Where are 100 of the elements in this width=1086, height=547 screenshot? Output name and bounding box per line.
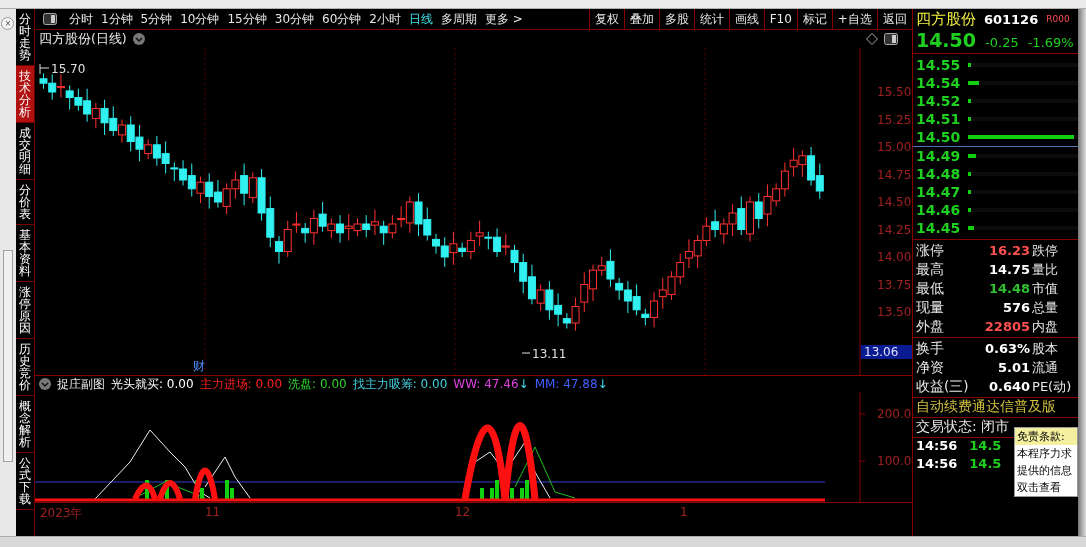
price-axis-label: 14.75 — [876, 167, 912, 182]
price-change: -0.25 — [985, 35, 1019, 50]
stat-label: 净资 — [914, 358, 944, 377]
order-price: 14.47 — [914, 184, 962, 200]
last-price-tag: 13.06 — [860, 345, 912, 359]
date-axis-label: 2023年 — [39, 505, 83, 522]
stat-label: 市值 — [1031, 279, 1060, 298]
diamond-icon[interactable] — [865, 33, 878, 45]
price-axis-label: 14.50 — [876, 195, 912, 209]
current-price: 14.50 — [915, 29, 977, 51]
stock-name: 四方股份 — [915, 9, 976, 29]
period-tab[interactable]: 分时 — [64, 9, 97, 29]
leader-line — [39, 63, 50, 75]
candlestick — [501, 233, 510, 256]
candlestick — [728, 203, 737, 237]
candlestick — [798, 149, 807, 178]
candlestick — [789, 147, 798, 178]
tooltip-title: 免责条款: — [1014, 428, 1077, 445]
period-tab[interactable]: 10分钟 — [176, 9, 224, 29]
close-button[interactable]: × — [1, 17, 15, 30]
stat-value: 0.63% — [983, 341, 1031, 356]
candlestick — [379, 220, 388, 246]
order-price: 14.55 — [914, 57, 962, 73]
period-tab[interactable]: 15分钟 — [223, 9, 271, 29]
stat-label: 总量 — [1031, 298, 1060, 317]
candlestick — [91, 102, 100, 129]
candlestick — [754, 192, 763, 229]
candlestick — [693, 234, 702, 269]
candlestick — [702, 216, 711, 247]
candlestick — [676, 253, 685, 285]
price-axis-label: 14.00 — [876, 250, 912, 264]
candlestick — [684, 238, 693, 269]
stat-label: 量比 — [1031, 260, 1060, 279]
period-tab[interactable]: 1分钟 — [96, 9, 137, 29]
price-axis-label: 13.75 — [876, 277, 912, 292]
stat-label: 外盘 — [914, 317, 944, 336]
order-price: 14.45 — [914, 220, 962, 236]
event-marker[interactable]: 财 — [192, 359, 205, 373]
period-tab[interactable]: 60分钟 — [318, 9, 366, 29]
indicator-name: 捉庄副图 — [56, 375, 105, 393]
tooltip-text: 本程序力求 — [1015, 446, 1073, 462]
candlestick — [362, 214, 371, 238]
candlestick — [815, 163, 824, 200]
trade-time: 14:56 — [915, 456, 958, 473]
trade-time: 14:56 — [915, 438, 958, 455]
stat-label: 换手 — [914, 339, 944, 358]
candlestick — [65, 84, 74, 111]
stat-label: 最高 — [914, 260, 944, 279]
low-price-label: 13.11 — [531, 347, 567, 361]
stat-label: 收益(三) — [914, 377, 969, 396]
candlestick — [667, 270, 676, 301]
chevron-down-icon[interactable] — [132, 33, 145, 45]
price-axis-label: 15.00 — [876, 140, 912, 154]
candlestick — [205, 172, 214, 210]
high-price-label: 15.70 — [50, 62, 86, 76]
tooltip-text: 提供的信息 — [1015, 463, 1073, 479]
date-axis-label: 12 — [454, 505, 471, 519]
candlestick — [711, 209, 720, 238]
price-change-percent: -1.69% — [1027, 35, 1074, 50]
candlestick — [213, 179, 222, 208]
panel-toggle-icon[interactable] — [883, 33, 898, 45]
period-tab[interactable]: 日线 — [404, 9, 437, 29]
indicator-value: 光头就买: 0.00 — [110, 375, 194, 393]
candlestick — [737, 196, 746, 236]
stock-code: 601126 — [983, 11, 1039, 27]
stat-value: 16.23 — [987, 243, 1031, 258]
chart-title: 四方股份(日线) — [38, 30, 127, 48]
candlestick — [623, 280, 632, 314]
candlestick — [414, 192, 423, 237]
candlestick — [388, 214, 397, 239]
stat-value: 576 — [1001, 300, 1031, 315]
stat-label: 最低 — [914, 279, 944, 298]
order-price: 14.52 — [914, 93, 962, 109]
candlestick — [658, 277, 667, 310]
indicator-value: 主力进场: 0.00 — [199, 375, 283, 393]
price-axis-label: 15.50 — [876, 85, 912, 99]
order-price: 14.54 — [914, 75, 962, 91]
period-tab[interactable]: 多周期 — [436, 9, 481, 29]
tooltip-text: 双击查看 — [1015, 480, 1062, 496]
stat-value: 0.640 — [987, 379, 1031, 394]
order-price: 14.51 — [914, 111, 962, 127]
period-tab[interactable]: 5分钟 — [136, 9, 177, 29]
chevron-down-icon[interactable] — [38, 378, 51, 390]
trade-price: 14.5 — [969, 438, 1002, 455]
period-tab[interactable]: 30分钟 — [270, 9, 319, 29]
stat-value: 5.01 — [996, 360, 1031, 375]
period-tab[interactable]: 更多 > — [480, 9, 527, 29]
scrollbar[interactable] — [2, 250, 13, 462]
indicator-value: 找主力吸筹: 0.00 — [352, 375, 448, 393]
stat-label: 内盘 — [1031, 317, 1060, 336]
panel-toggle-icon[interactable] — [42, 13, 57, 25]
period-tab[interactable]: 2小时 — [365, 9, 405, 29]
indicator-value: MM: 47.88↓ — [534, 377, 608, 391]
indicator-value: WW: 47.46↓ — [453, 377, 529, 391]
trade-price: 14.5 — [969, 456, 1002, 473]
candlestick — [196, 176, 205, 204]
order-price: 14.48 — [914, 166, 962, 182]
candlestick — [745, 196, 754, 243]
indicator-value: 洗盘: 0.00 — [288, 375, 347, 393]
candlestick — [100, 99, 109, 136]
